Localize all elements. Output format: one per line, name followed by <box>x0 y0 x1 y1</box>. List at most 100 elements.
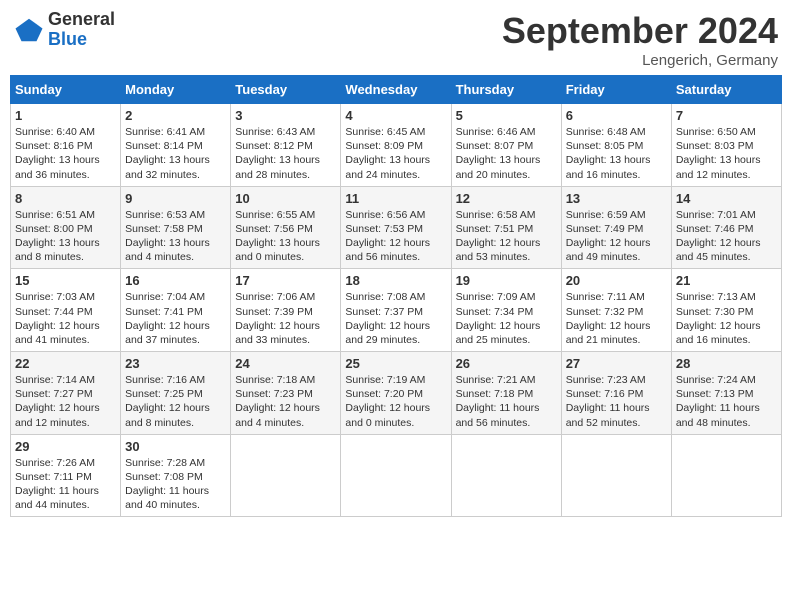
sunset: Sunset: 7:39 PM <box>235 306 313 318</box>
daylight: Daylight: 12 hours and 21 minutes. <box>566 320 651 346</box>
daylight: Daylight: 12 hours and 16 minutes. <box>676 320 761 346</box>
sunrise: Sunrise: 7:04 AM <box>125 291 205 303</box>
day-number: 10 <box>235 191 336 206</box>
sunset: Sunset: 7:11 PM <box>15 471 92 483</box>
daylight: Daylight: 13 hours and 4 minutes. <box>125 237 210 263</box>
sunset: Sunset: 8:07 PM <box>456 140 534 152</box>
sunrise: Sunrise: 7:21 AM <box>456 374 536 386</box>
daylight: Daylight: 13 hours and 0 minutes. <box>235 237 320 263</box>
calendar-cell: 22Sunrise: 7:14 AMSunset: 7:27 PMDayligh… <box>11 352 121 435</box>
day-number: 27 <box>566 356 667 371</box>
calendar-cell: 17Sunrise: 7:06 AMSunset: 7:39 PMDayligh… <box>231 269 341 352</box>
calendar-cell: 9Sunrise: 6:53 AMSunset: 7:58 PMDaylight… <box>121 186 231 269</box>
daylight: Daylight: 13 hours and 36 minutes. <box>15 154 100 180</box>
day-info: Sunrise: 6:53 AMSunset: 7:58 PMDaylight:… <box>125 208 226 265</box>
sunset: Sunset: 8:09 PM <box>345 140 423 152</box>
logo-blue: Blue <box>48 30 115 50</box>
title-block: September 2024 Lengerich, Germany <box>502 10 778 69</box>
day-info: Sunrise: 7:24 AMSunset: 7:13 PMDaylight:… <box>676 373 777 430</box>
calendar-header: SundayMondayTuesdayWednesdayThursdayFrid… <box>11 76 782 104</box>
calendar-cell: 10 Sunrise: 6:55 AM Sunset: 7:56 PM Dayligh… <box>231 186 341 269</box>
sunset: Sunset: 7:20 PM <box>345 388 423 400</box>
day-number: 4 <box>345 108 446 123</box>
day-number: 29 <box>15 439 116 454</box>
day-number: 28 <box>676 356 777 371</box>
day-info: Sunrise: 7:04 AMSunset: 7:41 PMDaylight:… <box>125 290 226 347</box>
sunrise: Sunrise: 6:50 AM <box>676 126 756 138</box>
daylight: Daylight: 12 hours and 25 minutes. <box>456 320 541 346</box>
day-number: 24 <box>235 356 336 371</box>
sunrise: Sunrise: 7:01 AM <box>676 209 756 221</box>
calendar-cell <box>341 434 451 517</box>
day-info: Sunrise: 7:14 AMSunset: 7:27 PMDaylight:… <box>15 373 116 430</box>
sunset: Sunset: 7:56 PM <box>235 223 313 235</box>
sunrise: Sunrise: 6:41 AM <box>125 126 205 138</box>
day-info: Sunrise: 6:56 AMSunset: 7:53 PMDaylight:… <box>345 208 446 265</box>
header-day-tuesday: Tuesday <box>231 76 341 104</box>
day-number: 1 <box>15 108 116 123</box>
day-info: Sunrise: 7:21 AMSunset: 7:18 PMDaylight:… <box>456 373 557 430</box>
day-info: Sunrise: 7:11 AMSunset: 7:32 PMDaylight:… <box>566 290 667 347</box>
sunset: Sunset: 7:18 PM <box>456 388 534 400</box>
logo: General Blue <box>14 10 115 50</box>
sunrise: Sunrise: 6:45 AM <box>345 126 425 138</box>
calendar-cell: 11Sunrise: 6:56 AMSunset: 7:53 PMDayligh… <box>341 186 451 269</box>
day-number: 15 <box>15 273 116 288</box>
day-info: Sunrise: 7:08 AM Sunset: 7:37 PM Daylight:… <box>345 290 446 347</box>
sunrise: Sunrise: 6:51 AM <box>15 209 95 221</box>
sunrise: Sunrise: 7:13 AM <box>676 291 756 303</box>
sunrise: Sunrise: 7:18 AM <box>235 374 315 386</box>
day-info: Sunrise: 6:45 AMSunset: 8:09 PMDaylight:… <box>345 125 446 182</box>
day-info: Sunrise: 6:59 AMSunset: 7:49 PMDaylight:… <box>566 208 667 265</box>
day-info: Sunrise: 6:55 AM Sunset: 7:56 PM Daylight:… <box>235 208 336 265</box>
day-number: 13 <box>566 191 667 206</box>
calendar-cell: 5Sunrise: 6:46 AMSunset: 8:07 PMDaylight… <box>451 104 561 187</box>
sunset: Sunset: 7:44 PM <box>15 306 93 318</box>
day-number: 18 <box>345 273 446 288</box>
calendar-cell: 20Sunrise: 7:11 AMSunset: 7:32 PMDayligh… <box>561 269 671 352</box>
day-info: Sunrise: 6:58 AMSunset: 7:51 PMDaylight:… <box>456 208 557 265</box>
sunrise: Sunrise: 7:14 AM <box>15 374 95 386</box>
sunrise: Sunrise: 6:59 AM <box>566 209 646 221</box>
day-info: Sunrise: 7:19 AMSunset: 7:20 PMDaylight:… <box>345 373 446 430</box>
sunrise: Sunrise: 7:26 AM <box>15 457 95 469</box>
calendar-cell: 8Sunrise: 6:51 AMSunset: 8:00 PMDaylight… <box>11 186 121 269</box>
daylight: Daylight: 13 hours and 12 minutes. <box>676 154 761 180</box>
sunset: Sunset: 7:37 PM <box>345 306 423 318</box>
sunset: Sunset: 7:27 PM <box>15 388 93 400</box>
sunset: Sunset: 7:46 PM <box>676 223 754 235</box>
calendar-week-5: 29 Sunrise: 7:26 AM Sunset: 7:11 PM Dayligh… <box>11 434 782 517</box>
logo-general: General <box>48 10 115 30</box>
day-number: 14 <box>676 191 777 206</box>
calendar-cell: 13 Sunrise: 6:59 AMSunset: 7:49 PMDayligh… <box>561 186 671 269</box>
daylight: Daylight: 12 hours and 45 minutes. <box>676 237 761 263</box>
sunset: Sunset: 7:25 PM <box>125 388 203 400</box>
sunrise: Sunrise: 7:03 AM <box>15 291 95 303</box>
calendar-cell: 4Sunrise: 6:45 AMSunset: 8:09 PMDaylight… <box>341 104 451 187</box>
sunset: Sunset: 7:30 PM <box>676 306 754 318</box>
header-day-saturday: Saturday <box>671 76 781 104</box>
sunset: Sunset: 7:32 PM <box>566 306 644 318</box>
day-number: 26 <box>456 356 557 371</box>
day-info: Sunrise: 7:26 AM Sunset: 7:11 PM Daylight:… <box>15 456 116 513</box>
sunrise: Sunrise: 7:23 AM <box>566 374 646 386</box>
daylight: Daylight: 13 hours and 8 minutes. <box>15 237 100 263</box>
day-info: Sunrise: 6:48 AMSunset: 8:05 PMDaylight:… <box>566 125 667 182</box>
sunrise: Sunrise: 6:58 AM <box>456 209 536 221</box>
sunset: Sunset: 7:34 PM <box>456 306 534 318</box>
sunset: Sunset: 7:08 PM <box>125 471 203 483</box>
sunset: Sunset: 7:58 PM <box>125 223 203 235</box>
daylight: Daylight: 12 hours and 4 minutes. <box>235 402 320 428</box>
location: Lengerich, Germany <box>502 52 778 69</box>
day-number: 5 <box>456 108 557 123</box>
sunrise: Sunrise: 6:55 AM <box>235 209 315 221</box>
sunset: Sunset: 7:53 PM <box>345 223 423 235</box>
daylight: Daylight: 11 hours and 44 minutes. <box>15 485 99 511</box>
sunrise: Sunrise: 7:08 AM <box>345 291 425 303</box>
day-info: Sunrise: 6:40 AMSunset: 8:16 PMDaylight:… <box>15 125 116 182</box>
daylight: Daylight: 12 hours and 29 minutes. <box>345 320 430 346</box>
day-number: 30 <box>125 439 226 454</box>
calendar-cell: 25Sunrise: 7:19 AMSunset: 7:20 PMDayligh… <box>341 352 451 435</box>
calendar-cell: 7Sunrise: 6:50 AMSunset: 8:03 PMDaylight… <box>671 104 781 187</box>
calendar-cell: 19Sunrise: 7:09 AMSunset: 7:34 PMDayligh… <box>451 269 561 352</box>
